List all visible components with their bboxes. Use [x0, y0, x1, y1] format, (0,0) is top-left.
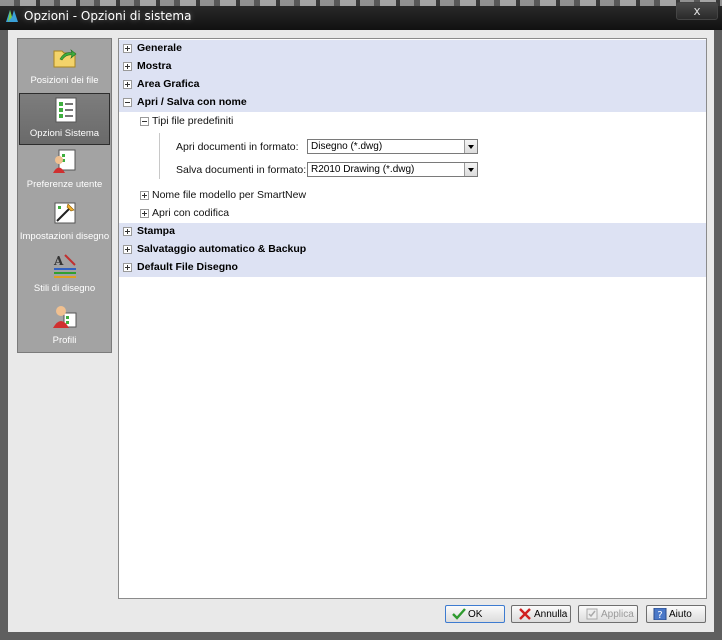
expand-icon[interactable] [140, 191, 149, 200]
cancel-x-icon [519, 608, 531, 620]
profiles-icon [53, 306, 77, 328]
drawing-settings-icon [54, 202, 76, 224]
window-title: Opzioni - Opzioni di sistema [24, 9, 192, 23]
system-checklist-icon [55, 97, 77, 123]
section-label: Salvataggio automatico & Backup [137, 243, 307, 255]
collapse-icon[interactable] [123, 98, 132, 107]
options-sidebar: Posizioni dei file Opzioni Sistema Prefe… [17, 38, 112, 353]
apply-label: Applica [601, 609, 634, 620]
close-button[interactable]: x [676, 2, 718, 20]
ok-label: OK [468, 609, 483, 620]
sidebar-item-impostazioni-disegno[interactable]: Impostazioni disegno [19, 197, 110, 249]
section-default-file-disegno[interactable]: Default File Disegno [119, 259, 706, 277]
expand-icon[interactable] [123, 44, 132, 53]
section-label: Default File Disegno [137, 261, 238, 273]
sidebar-item-label: Profili [52, 335, 77, 346]
checkmark-icon [452, 608, 466, 620]
options-tree-panel: Generale Mostra Area Grafica Apri / Salv… [118, 38, 707, 599]
node-apri-con-codifica[interactable]: Apri con codifica [139, 205, 339, 223]
node-tipi-file[interactable]: Tipi file predefiniti [139, 113, 339, 131]
title-bar[interactable]: Opzioni - Opzioni di sistema x [0, 0, 722, 30]
help-icon: ? [653, 608, 667, 620]
sidebar-item-label: Opzioni Sistema [29, 128, 100, 139]
save-format-label: Salva documenti in formato: [176, 164, 307, 176]
cancel-label: Annulla [534, 609, 568, 620]
ok-button[interactable]: OK [445, 605, 505, 623]
section-generale[interactable]: Generale [119, 40, 706, 58]
node-label: Tipi file predefiniti [152, 115, 234, 127]
open-format-value: Disegno (*.dwg) [311, 141, 383, 152]
user-preferences-icon [53, 149, 76, 173]
sidebar-item-profili[interactable]: Profili [19, 301, 110, 353]
node-label: Apri con codifica [152, 207, 230, 219]
sidebar-item-label: Impostazioni disegno [19, 231, 110, 242]
open-format-label: Apri documenti in formato: [176, 141, 299, 153]
apply-button[interactable]: Applica [578, 605, 638, 623]
save-format-value: R2010 Drawing (*.dwg) [311, 164, 415, 175]
section-apri-salva[interactable]: Apri / Salva con nome [119, 94, 706, 112]
drawing-styles-icon: A [53, 254, 76, 278]
help-label: Aiuto [669, 609, 692, 620]
svg-text:A: A [53, 254, 64, 268]
apply-icon [586, 608, 598, 620]
section-area-grafica[interactable]: Area Grafica [119, 76, 706, 94]
sidebar-item-label: Posizioni dei file [30, 75, 99, 86]
sidebar-item-label: Preferenze utente [26, 179, 103, 190]
expand-icon[interactable] [123, 227, 132, 236]
collapse-icon[interactable] [140, 117, 149, 126]
tree-guide-line [159, 133, 160, 179]
chevron-down-icon[interactable] [464, 140, 477, 153]
section-stampa[interactable]: Stampa [119, 223, 706, 241]
options-window: Opzioni - Opzioni di sistema x Posizioni… [0, 0, 722, 640]
svg-text:?: ? [657, 610, 662, 620]
node-nome-file-modello[interactable]: Nome file modello per SmartNew [139, 187, 389, 205]
background-window-strip [0, 0, 722, 6]
sidebar-item-preferenze-utente[interactable]: Preferenze utente [19, 145, 110, 197]
expand-icon[interactable] [140, 209, 149, 218]
open-format-select[interactable]: Disegno (*.dwg) [307, 139, 478, 154]
sidebar-item-opzioni-sistema[interactable]: Opzioni Sistema [19, 93, 110, 145]
section-label: Area Grafica [137, 78, 200, 90]
section-label: Generale [137, 42, 182, 54]
expand-icon[interactable] [123, 62, 132, 71]
section-label: Stampa [137, 225, 175, 237]
expand-icon[interactable] [123, 245, 132, 254]
expand-icon[interactable] [123, 263, 132, 272]
section-salvataggio-backup[interactable]: Salvataggio automatico & Backup [119, 241, 706, 259]
folder-arrow-icon [53, 49, 77, 68]
sidebar-item-label: Stili di disegno [33, 283, 96, 294]
section-label: Apri / Salva con nome [137, 96, 247, 108]
close-icon: x [693, 4, 701, 18]
app-logo-icon [6, 10, 18, 22]
chevron-down-icon[interactable] [464, 163, 477, 176]
expand-icon[interactable] [123, 80, 132, 89]
cancel-button[interactable]: Annulla [511, 605, 571, 623]
section-label: Mostra [137, 60, 172, 72]
node-label: Nome file modello per SmartNew [152, 189, 307, 201]
sidebar-item-stili-disegno[interactable]: A Stili di disegno [19, 249, 110, 301]
sidebar-item-posizioni-file[interactable]: Posizioni dei file [19, 41, 110, 93]
help-button[interactable]: ? Aiuto [646, 605, 706, 623]
save-format-select[interactable]: R2010 Drawing (*.dwg) [307, 162, 478, 177]
section-mostra[interactable]: Mostra [119, 58, 706, 76]
